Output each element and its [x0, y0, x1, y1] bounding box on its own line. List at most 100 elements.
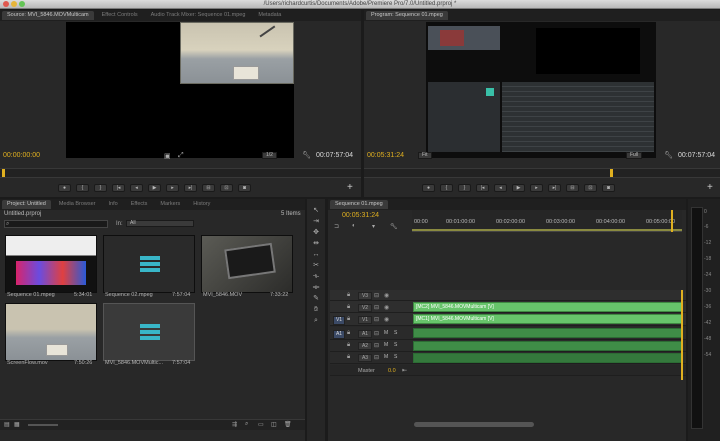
solo-button[interactable]: S: [394, 342, 397, 348]
timeline-current-timecode[interactable]: 00:05:31:24: [342, 212, 379, 219]
tab-sequence[interactable]: Sequence 01.mpeg: [330, 200, 388, 209]
project-item-name[interactable]: MVI_5846.MOVMultic...: [105, 360, 163, 366]
track-select-tool-icon[interactable]: ⇥: [311, 217, 321, 226]
audio-clip-a3[interactable]: [413, 353, 683, 363]
solo-button[interactable]: S: [394, 354, 397, 360]
program-video-frame[interactable]: [426, 22, 656, 158]
mute-button[interactable]: M: [384, 330, 388, 336]
track-target-v3[interactable]: V3: [358, 292, 372, 300]
extract-icon[interactable]: ⊡: [584, 184, 597, 192]
rolling-edit-tool-icon[interactable]: ⇹: [311, 239, 321, 248]
source-scrub-bar[interactable]: [0, 168, 361, 178]
slip-tool-icon[interactable]: ⟛: [311, 272, 321, 281]
tab-history[interactable]: History: [188, 200, 215, 209]
program-fit-select[interactable]: Fit: [418, 152, 432, 159]
source-patch-a1[interactable]: A1: [333, 330, 345, 339]
tab-source[interactable]: Source: MVI_5846.MOVMulticam: [2, 11, 94, 20]
solo-button[interactable]: S: [394, 330, 397, 336]
lock-icon[interactable]: 🔒︎: [347, 316, 350, 323]
step-forward-icon[interactable]: ▸: [530, 184, 543, 192]
list-view-icon[interactable]: ▤: [4, 421, 10, 428]
automate-to-sequence-icon[interactable]: ⇶: [232, 421, 237, 428]
project-in-select[interactable]: All: [126, 220, 194, 227]
project-item-thumbnail[interactable]: [5, 303, 97, 361]
step-forward-icon[interactable]: ▸: [166, 184, 179, 192]
new-item-icon[interactable]: ◫: [271, 421, 277, 428]
tab-markers[interactable]: Markers: [155, 200, 185, 209]
sync-lock-icon[interactable]: ⊟: [374, 354, 379, 361]
audio-clip-a2[interactable]: [413, 341, 683, 351]
tab-media-browser[interactable]: Media Browser: [54, 200, 101, 209]
tab-info[interactable]: Info: [104, 200, 123, 209]
program-add-button-icon[interactable]: +: [707, 182, 713, 193]
go-to-out-icon[interactable]: ▸|: [184, 184, 197, 192]
project-item-name[interactable]: Sequence 02.mpeg: [105, 292, 153, 298]
timeline-playhead[interactable]: [671, 210, 673, 232]
project-item-thumbnail[interactable]: [103, 235, 195, 293]
lock-icon[interactable]: 🔒︎: [347, 342, 350, 349]
selection-tool-icon[interactable]: ↖: [311, 206, 321, 215]
program-quality-select[interactable]: Full: [626, 152, 643, 159]
source-patch-v1[interactable]: V1: [333, 316, 345, 325]
sync-lock-icon[interactable]: ⊟: [374, 316, 379, 323]
sync-lock-icon[interactable]: ⊟: [374, 292, 379, 299]
source-export-frame-icon[interactable]: ⤢: [178, 152, 184, 160]
zoom-slider[interactable]: [28, 424, 58, 426]
step-back-icon[interactable]: ◂: [130, 184, 143, 192]
go-to-in-icon[interactable]: |◂: [112, 184, 125, 192]
rate-stretch-tool-icon[interactable]: ↔: [311, 250, 321, 259]
eye-icon[interactable]: ◉: [384, 316, 389, 323]
master-expand-icon[interactable]: ⇤: [402, 367, 407, 374]
track-target-a2[interactable]: A2: [358, 342, 372, 350]
razor-tool-icon[interactable]: ✂: [311, 261, 321, 270]
timeline-horizontal-scrollbar[interactable]: [414, 422, 534, 427]
source-settings-wrench-icon[interactable]: 🔧︎: [302, 151, 311, 159]
mute-button[interactable]: M: [384, 342, 388, 348]
tab-metadata[interactable]: Metadata: [253, 11, 286, 20]
project-item-name[interactable]: ScreenFlow.mov: [7, 360, 48, 366]
export-frame-icon[interactable]: ◙: [238, 184, 251, 192]
lock-icon[interactable]: 🔒︎: [347, 354, 350, 361]
insert-icon[interactable]: ⊟: [202, 184, 215, 192]
play-icon[interactable]: ▶: [512, 184, 525, 192]
program-current-timecode[interactable]: 00:05:31:24: [367, 152, 404, 159]
source-current-timecode[interactable]: 00:00:00:00: [3, 152, 40, 159]
project-item-thumbnail[interactable]: [201, 235, 293, 293]
source-playhead[interactable]: [2, 169, 5, 177]
lift-icon[interactable]: ⊟: [566, 184, 579, 192]
source-safe-margins-icon[interactable]: ▣: [164, 152, 171, 160]
program-settings-wrench-icon[interactable]: 🔧︎: [664, 151, 673, 159]
go-to-out-icon[interactable]: ▸|: [548, 184, 561, 192]
track-target-v2[interactable]: V2: [358, 304, 372, 312]
audio-clip-a1[interactable]: [413, 328, 683, 338]
snap-icon[interactable]: ⊐: [334, 223, 339, 230]
pen-tool-icon[interactable]: ✎: [311, 294, 321, 303]
track-target-a3[interactable]: A3: [358, 354, 372, 362]
clear-trash-icon[interactable]: 🗑︎: [284, 421, 292, 428]
add-marker-icon[interactable]: ●: [58, 184, 71, 192]
ripple-edit-tool-icon[interactable]: ✥: [311, 228, 321, 237]
tab-audio-track-mixer[interactable]: Audio Track Mixer: Sequence 01.mpeg: [146, 11, 251, 20]
hand-tool-icon[interactable]: ✋︎: [311, 305, 321, 314]
tab-program[interactable]: Program: Sequence 01.mpeg: [366, 11, 448, 20]
play-icon[interactable]: ▶: [148, 184, 161, 192]
overwrite-icon[interactable]: ⊡: [220, 184, 233, 192]
source-video-frame[interactable]: [66, 22, 294, 158]
timeline-ruler[interactable]: 00:00 00:01:00:00 00:02:00:00 00:03:00:0…: [412, 210, 682, 232]
linked-selection-icon[interactable]: ◐: [352, 223, 356, 229]
find-icon[interactable]: ⌕: [245, 421, 248, 428]
eye-icon[interactable]: ◉: [384, 304, 389, 311]
video-clip-mc1[interactable]: [MC1] MVI_5846.MOVMulticam [V]: [413, 314, 683, 324]
project-search-input[interactable]: ⌕: [4, 220, 108, 228]
mute-button[interactable]: M: [384, 354, 388, 360]
slide-tool-icon[interactable]: ⟚: [311, 283, 321, 292]
add-marker-icon[interactable]: ▾: [372, 223, 375, 230]
mark-in-icon[interactable]: {: [440, 184, 453, 192]
eye-icon[interactable]: ◉: [384, 292, 389, 299]
tab-effect-controls[interactable]: Effect Controls: [97, 11, 143, 20]
work-area-bar[interactable]: [412, 229, 682, 231]
export-frame-icon[interactable]: ◙: [602, 184, 615, 192]
sync-lock-icon[interactable]: ⊟: [374, 342, 379, 349]
track-target-a1[interactable]: A1: [358, 330, 372, 338]
video-clip-mc2[interactable]: [MC2] MVI_5846.MOVMulticam [V]: [413, 302, 683, 312]
